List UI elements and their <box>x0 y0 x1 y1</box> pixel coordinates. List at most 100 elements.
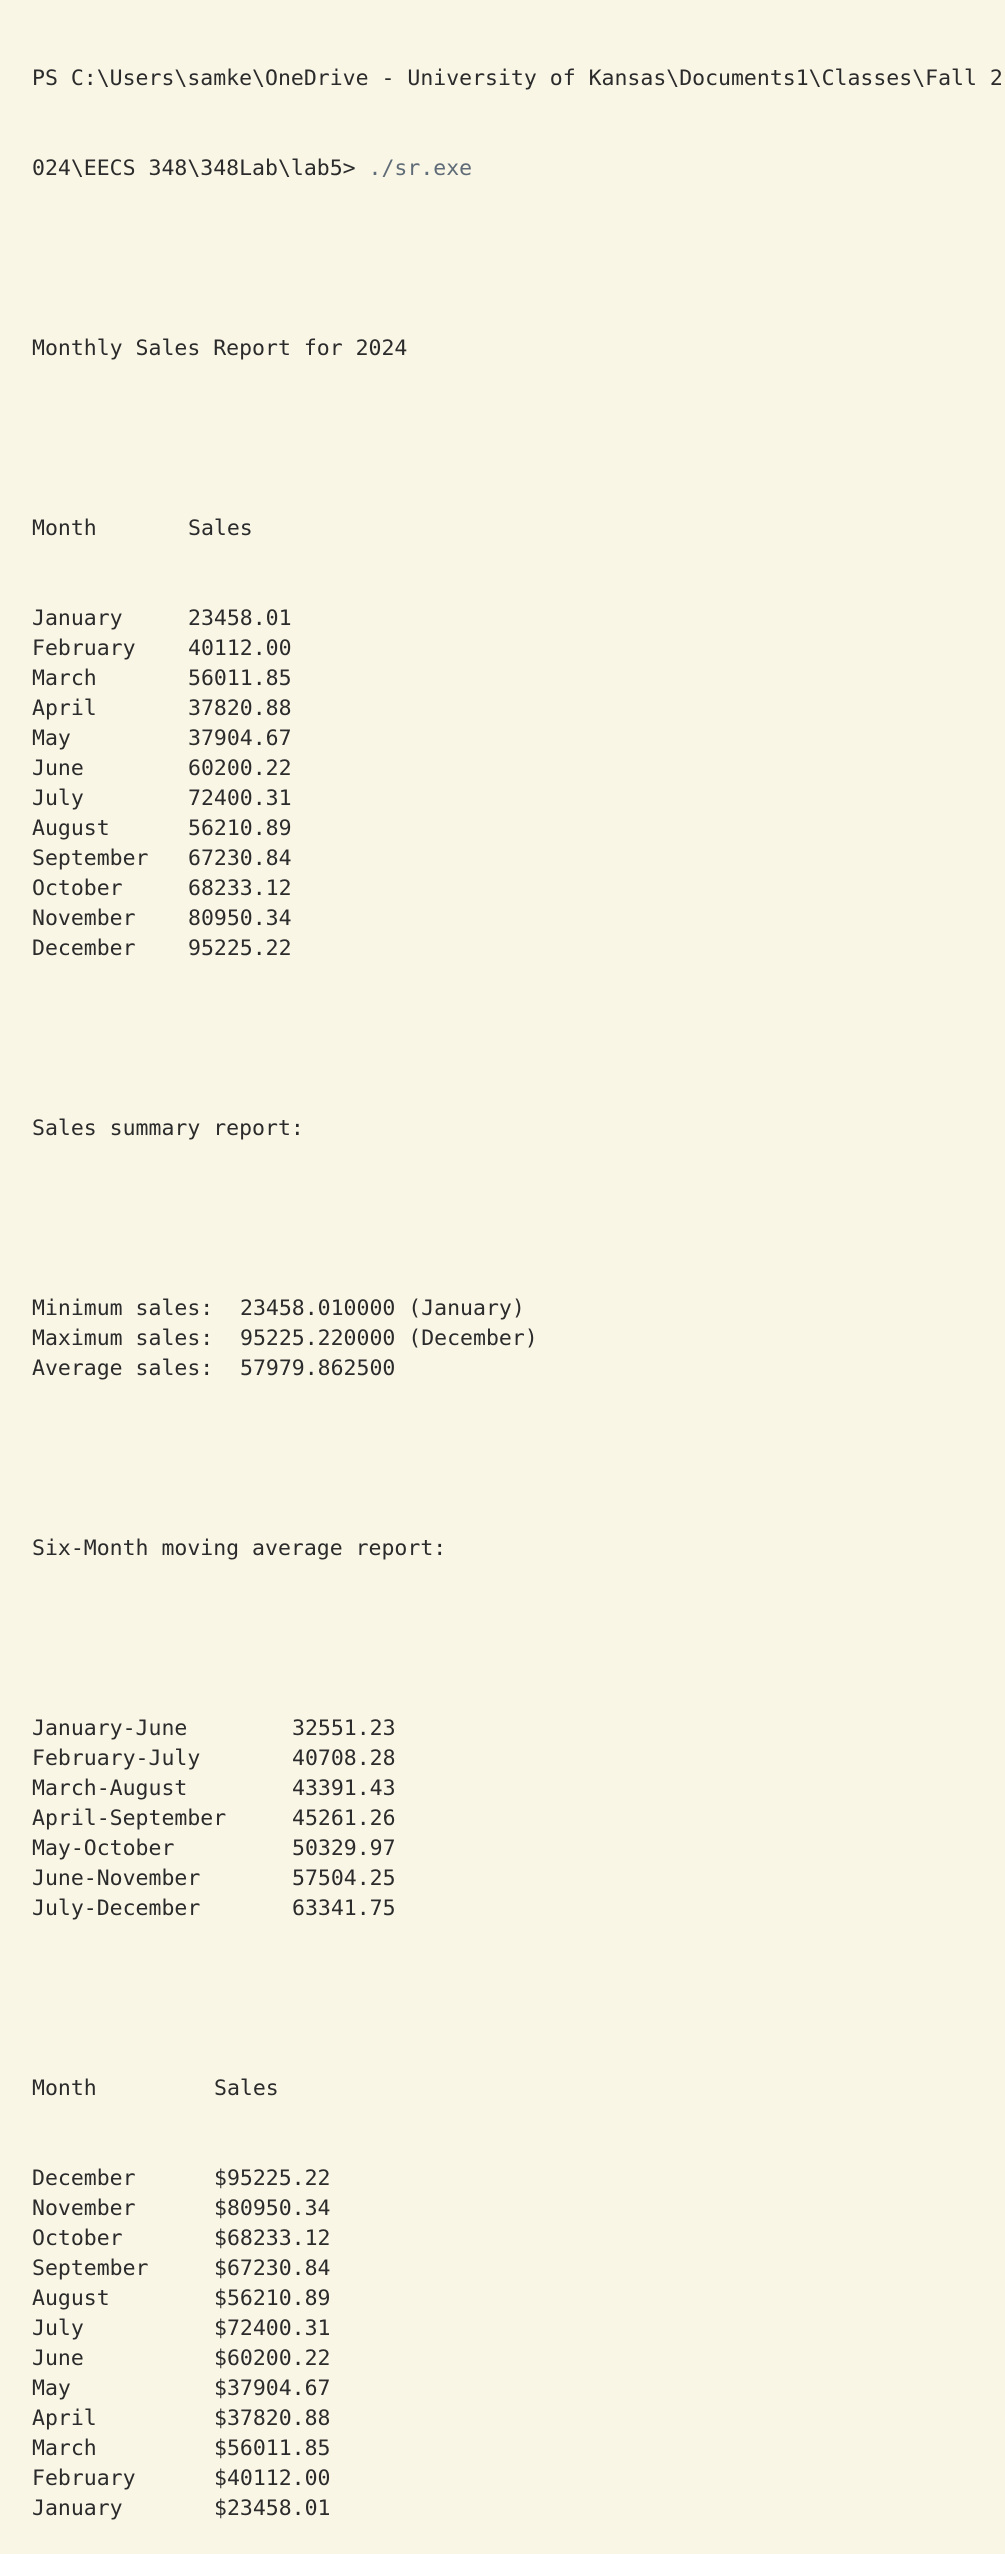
moving-average-row-value: 57504.25 <box>292 1866 396 1891</box>
moving-average-row-value: 45261.26 <box>292 1806 396 1831</box>
report-row-month: June <box>32 756 84 781</box>
summary-row-value: 23458.010000 (January) <box>240 1296 525 1321</box>
summary-row-value: 57979.862500 <box>240 1356 396 1381</box>
summary-row: Average sales: 57979.862500 <box>32 1354 1005 1384</box>
sorted-row-month: August <box>32 2286 110 2311</box>
moving-average-title: Six-Month moving average report: <box>32 1536 447 1561</box>
report-row: August 56210.89 <box>32 814 1005 844</box>
sorted-row: September $67230.84 <box>32 2254 1005 2284</box>
report-row: May 37904.67 <box>32 724 1005 754</box>
report-row: October 68233.12 <box>32 874 1005 904</box>
report-row-sales: 56210.89 <box>188 816 292 841</box>
sorted-row-month: December <box>32 2166 136 2191</box>
prompt-line-2: 024\EECS 348\348Lab\lab5> ./sr.exe <box>32 154 1005 184</box>
report-row-month: May <box>32 726 71 751</box>
sorted-header: Month Sales <box>32 2074 1005 2104</box>
moving-average-row-value: 50329.97 <box>292 1836 396 1861</box>
report-header: Month Sales <box>32 514 1005 544</box>
sorted-row-sales: $23458.01 <box>214 2496 331 2521</box>
summary-row-label: Maximum sales: <box>32 1326 214 1351</box>
report-row-sales: 37904.67 <box>188 726 292 751</box>
report-row: July 72400.31 <box>32 784 1005 814</box>
report-rows: January 23458.01 February 40112.00 March 5601… <box>32 604 1005 964</box>
summary-rows: Minimum sales: 23458.010000 (January) Maxi… <box>32 1294 1005 1384</box>
sorted-row-sales: $95225.22 <box>214 2166 331 2191</box>
sorted-row-month: January <box>32 2496 123 2521</box>
report-row-sales: 37820.88 <box>188 696 292 721</box>
prompt-line-1: PS C:\Users\samke\OneDrive - University … <box>32 66 1003 91</box>
report-row-sales: 56011.85 <box>188 666 292 691</box>
sorted-row-sales: $67230.84 <box>214 2256 331 2281</box>
moving-average-row-range: January-June <box>32 1716 188 1741</box>
sorted-row-sales: $56210.89 <box>214 2286 331 2311</box>
report-row-sales: 40112.00 <box>188 636 292 661</box>
moving-average-row-range: May-October <box>32 1836 175 1861</box>
sorted-row-month: April <box>32 2406 97 2431</box>
summary-row-value: 95225.220000 (December) <box>240 1326 538 1351</box>
sorted-row: July $72400.31 <box>32 2314 1005 2344</box>
report-row-month: November <box>32 906 136 931</box>
moving-average-row-range: June-November <box>32 1866 201 1891</box>
moving-average-row-range: March-August <box>32 1776 188 1801</box>
sorted-row-sales: $68233.12 <box>214 2226 331 2251</box>
report-row: November 80950.34 <box>32 904 1005 934</box>
report-row-month: August <box>32 816 110 841</box>
summary-row: Maximum sales: 95225.220000 (December) <box>32 1324 1005 1354</box>
sorted-row-sales: $72400.31 <box>214 2316 331 2341</box>
summary-title: Sales summary report: <box>32 1116 304 1141</box>
prompt-path: 024\EECS 348\348Lab\lab5> <box>32 156 369 181</box>
report-row-sales: 72400.31 <box>188 786 292 811</box>
report-row: February 40112.00 <box>32 634 1005 664</box>
moving-average-rows: January-June 32551.23 February-July 40708.2… <box>32 1714 1005 1924</box>
moving-average-row-value: 40708.28 <box>292 1746 396 1771</box>
report-row-month: March <box>32 666 97 691</box>
sorted-row-month: November <box>32 2196 136 2221</box>
report-row: January 23458.01 <box>32 604 1005 634</box>
moving-average-row: March-August 43391.43 <box>32 1774 1005 1804</box>
report-row-month: April <box>32 696 97 721</box>
report-row: April 37820.88 <box>32 694 1005 724</box>
sorted-row-month: September <box>32 2256 149 2281</box>
moving-average-row: January-June 32551.23 <box>32 1714 1005 1744</box>
report-row-month: January <box>32 606 123 631</box>
summary-row-label: Minimum sales: <box>32 1296 214 1321</box>
report-row-sales: 95225.22 <box>188 936 292 961</box>
report-row-sales: 80950.34 <box>188 906 292 931</box>
report-row-month: September <box>32 846 149 871</box>
moving-average-row-range: April-September <box>32 1806 227 1831</box>
sorted-header-month: Month <box>32 2076 97 2101</box>
moving-average-row: July-December 63341.75 <box>32 1894 1005 1924</box>
sorted-row: April $37820.88 <box>32 2404 1005 2434</box>
sorted-row-sales: $37904.67 <box>214 2376 331 2401</box>
sorted-row: August $56210.89 <box>32 2284 1005 2314</box>
report-row-sales: 67230.84 <box>188 846 292 871</box>
report-row-sales: 68233.12 <box>188 876 292 901</box>
moving-average-row: April-September 45261.26 <box>32 1804 1005 1834</box>
header-month: Month <box>32 516 97 541</box>
report-row-month: July <box>32 786 84 811</box>
sorted-row-sales: $80950.34 <box>214 2196 331 2221</box>
sorted-row-month: July <box>32 2316 84 2341</box>
sorted-row-month: May <box>32 2376 71 2401</box>
sorted-row-sales: $40112.00 <box>214 2466 331 2491</box>
moving-average-row-range: February-July <box>32 1746 201 1771</box>
sorted-row: January $23458.01 <box>32 2494 1005 2524</box>
report-title: Monthly Sales Report for 2024 <box>32 336 408 361</box>
report-row-sales: 60200.22 <box>188 756 292 781</box>
sorted-row: November $80950.34 <box>32 2194 1005 2224</box>
report-row-month: February <box>32 636 136 661</box>
terminal-output[interactable]: PS C:\Users\samke\OneDrive - University … <box>32 4 1005 2554</box>
sorted-row: May $37904.67 <box>32 2374 1005 2404</box>
sorted-row-sales: $37820.88 <box>214 2406 331 2431</box>
sorted-row-month: June <box>32 2346 84 2371</box>
sorted-row: February $40112.00 <box>32 2464 1005 2494</box>
header-sales: Sales <box>188 516 253 541</box>
sorted-row-month: February <box>32 2466 136 2491</box>
report-row-month: December <box>32 936 136 961</box>
